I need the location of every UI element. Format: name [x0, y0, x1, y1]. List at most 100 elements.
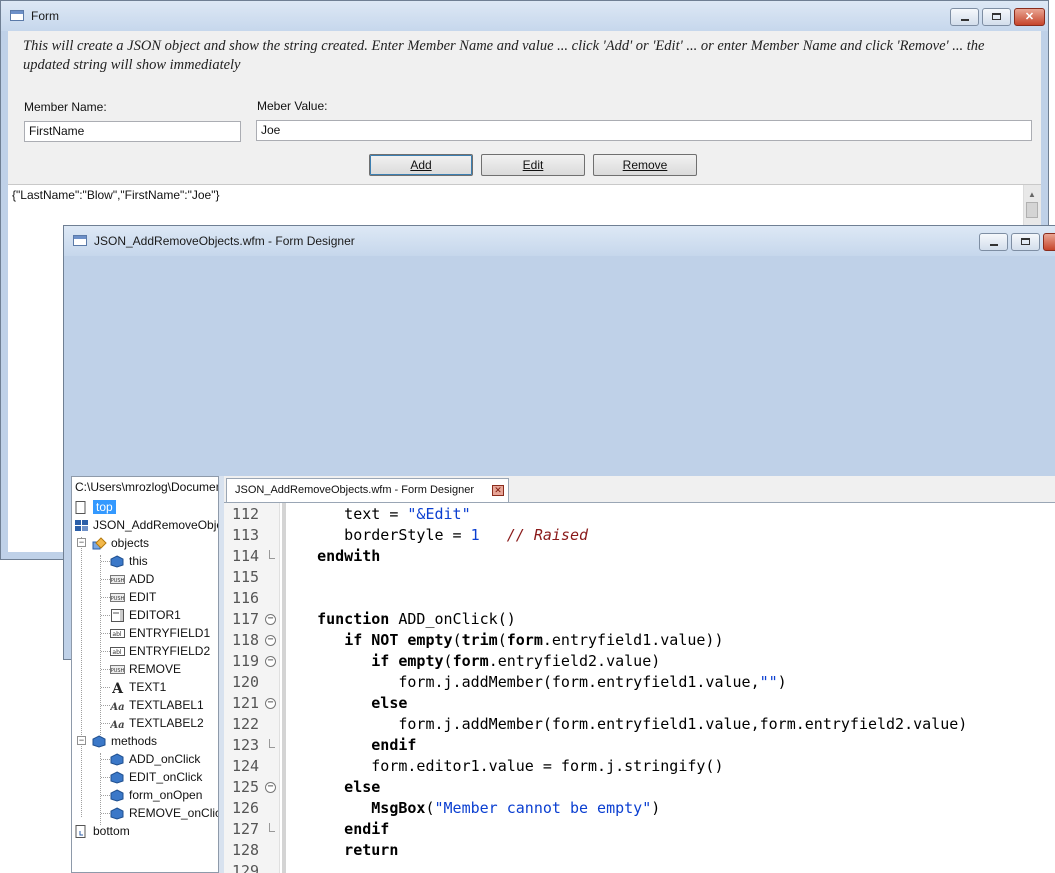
member-value-label: Meber Value: [257, 99, 328, 113]
line-number: 127 [232, 820, 260, 838]
close-button[interactable]: ✕ [1014, 8, 1045, 26]
form-window-icon [10, 10, 24, 21]
remove-button-label: Remove [622, 158, 668, 172]
code-keyword: trim [461, 631, 498, 649]
form-titlebar[interactable]: Form ✕ [1, 1, 1048, 31]
code-line[interactable]: 126 MsgBox("Member cannot be empty") [224, 798, 1055, 819]
tab-close-icon[interactable]: ✕ [492, 485, 504, 496]
code-line[interactable]: 121− else [224, 693, 1055, 714]
tree-node-entryfield2[interactable]: abl ENTRYFIELD2 [110, 642, 210, 660]
designer-close-button[interactable]: ✕ [1043, 233, 1055, 251]
scroll-thumb[interactable] [1026, 202, 1038, 218]
textlabel-icon: Aa [109, 699, 125, 713]
tree-node-objects[interactable]: objects [92, 534, 149, 552]
source-code-editor[interactable]: 112 text = "&Edit" 113 borderStyle = 1 //… [224, 503, 1055, 873]
tree-guide [101, 579, 110, 580]
tree-node-remove-onclick[interactable]: REMOVE_onClick [110, 804, 218, 822]
tree-node-text1[interactable]: A TEXT1 [110, 678, 166, 697]
code-line[interactable]: 119− if empty(form.entryfield2.value) [224, 651, 1055, 672]
svg-text:Aa: Aa [110, 720, 125, 730]
tree-node-textlabel2[interactable]: Aa TEXTLABEL2 [109, 714, 203, 732]
designer-maximize-button[interactable] [1011, 233, 1040, 251]
code-token: borderStyle = [290, 526, 471, 544]
objects-expander[interactable]: − [77, 538, 86, 547]
code-line[interactable]: 123 endif [224, 735, 1055, 756]
object-tree[interactable]: C:\Users\mrozlog\Documents top JSON_AddR… [71, 476, 219, 873]
code-line[interactable]: 122 form.j.addMember(form.entryfield1.va… [224, 714, 1055, 735]
form-description: This will create a JSON object and show … [23, 38, 985, 73]
code-line[interactable]: 115 [224, 567, 1055, 588]
code-line[interactable]: 113 borderStyle = 1 // Raised [224, 525, 1055, 546]
member-name-field[interactable]: FirstName [24, 121, 241, 142]
fold-collapse-icon[interactable]: − [265, 782, 276, 793]
fold-collapse-icon[interactable]: − [265, 656, 276, 667]
code-line[interactable]: 124 form.editor1.value = form.j.stringif… [224, 756, 1055, 777]
code-line[interactable]: 112 text = "&Edit" [224, 504, 1055, 525]
tree-node-entryfield1-label: ENTRYFIELD1 [129, 626, 211, 640]
tree-node-editor1[interactable]: EDITOR1 [110, 606, 181, 624]
fold-collapse-icon[interactable]: − [265, 635, 276, 646]
tree-guide [101, 633, 110, 634]
code-line[interactable]: 118− if NOT empty(trim(form.entryfield1.… [224, 630, 1055, 651]
code-keyword: if NOT empty [344, 631, 453, 649]
tree-node-edit[interactable]: PUSH EDIT [110, 588, 156, 606]
code-line[interactable]: 125− else [224, 777, 1055, 798]
fold-collapse-icon[interactable]: − [265, 614, 276, 625]
tree-node-methods[interactable]: methods [92, 732, 157, 750]
code-token: ( [425, 799, 435, 817]
maximize-icon [992, 13, 1001, 20]
methods-expander[interactable]: − [77, 736, 86, 745]
scroll-up-icon[interactable]: ▲ [1028, 190, 1036, 199]
methods-icon [92, 735, 107, 748]
json-output-text: {"LastName":"Blow","FirstName":"Joe"} [12, 188, 220, 202]
add-button[interactable]: Add [369, 154, 473, 176]
code-text: borderStyle = 1 // Raised [290, 525, 588, 546]
designer-minimize-button[interactable] [979, 233, 1008, 251]
code-line[interactable]: 120 form.j.addMember(form.entryfield1.va… [224, 672, 1055, 693]
tree-node-top-label: top [93, 500, 116, 514]
line-number: 115 [232, 568, 260, 586]
tree-node-entryfield1[interactable]: abl ENTRYFIELD1 [110, 624, 210, 642]
code-line[interactable]: 116 [224, 588, 1055, 609]
code-literal: 1 [470, 526, 480, 544]
code-line[interactable]: 114 endwith [224, 546, 1055, 567]
tree-node-form-onopen[interactable]: form_onOpen [110, 786, 202, 804]
remove-button[interactable]: Remove [593, 154, 697, 176]
line-number: 122 [232, 715, 260, 733]
tree-node-top[interactable]: top [74, 498, 116, 516]
tree-node-textlabel1-label: TEXTLABEL1 [129, 698, 204, 712]
tab-form-designer[interactable]: JSON_AddRemoveObjects.wfm - Form Designe… [226, 478, 509, 502]
maximize-button[interactable] [982, 8, 1011, 26]
edit-button[interactable]: Edit [481, 154, 585, 176]
pushbutton-icon: PUSH [110, 591, 125, 604]
designer-titlebar[interactable]: JSON_AddRemoveObjects.wfm - Form Designe… [64, 226, 1055, 256]
tree-node-edit-label: EDIT [129, 590, 157, 604]
tree-node-textlabel1[interactable]: Aa TEXTLABEL1 [109, 696, 204, 714]
tree-node-this[interactable]: this [110, 552, 148, 570]
tree-node-methods-label: methods [111, 734, 158, 748]
tree-node-add[interactable]: PUSH ADD [110, 570, 154, 588]
code-line[interactable]: 128 return [224, 840, 1055, 861]
code-line[interactable]: 127 endif [224, 819, 1055, 840]
member-value-field[interactable]: Joe [256, 120, 1032, 141]
code-text: else [290, 777, 380, 798]
tree-guide [101, 561, 110, 562]
fold-collapse-icon[interactable]: − [265, 698, 276, 709]
code-text: text = "&Edit" [290, 504, 470, 525]
code-line[interactable]: 117− function ADD_onClick() [224, 609, 1055, 630]
tree-node-add-onclick[interactable]: ADD_onClick [110, 750, 200, 768]
tree-node-bottom[interactable]: bottom [74, 822, 130, 840]
tree-node-file-label: JSON_AddRemoveObjects.wfm [93, 518, 218, 532]
svg-text:PUSH: PUSH [111, 578, 125, 584]
minimize-icon [961, 19, 969, 21]
svg-text:abl: abl [112, 631, 121, 638]
tree-node-this-label: this [129, 554, 148, 568]
minimize-button[interactable] [950, 8, 979, 26]
code-token: form.j.addMember(form.entryfield1.value,… [290, 715, 968, 733]
tree-node-edit-onclick[interactable]: EDIT_onClick [110, 768, 202, 786]
code-line[interactable]: 129 [224, 861, 1055, 873]
textlabel-icon: Aa [109, 717, 125, 731]
tree-node-remove[interactable]: PUSH REMOVE [110, 660, 181, 678]
tree-node-file[interactable]: JSON_AddRemoveObjects.wfm [74, 516, 218, 534]
